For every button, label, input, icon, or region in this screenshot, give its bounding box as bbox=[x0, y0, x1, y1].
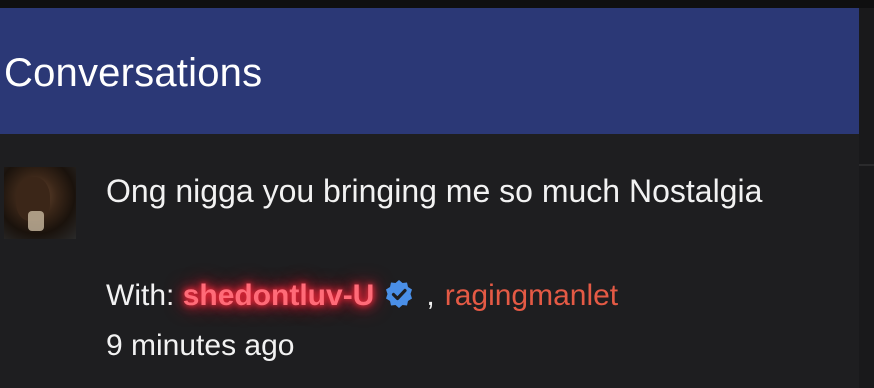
right-edge-divider bbox=[859, 164, 874, 166]
message-preview[interactable]: Ong nigga you bringing me so much Nostal… bbox=[106, 166, 806, 216]
participants-row: With: shedontluv-U , ragingmanlet bbox=[106, 276, 618, 316]
timestamp: 9 minutes ago bbox=[106, 329, 295, 362]
avatar[interactable] bbox=[4, 167, 76, 239]
with-label: With: bbox=[106, 279, 175, 312]
avatar-hand bbox=[28, 211, 44, 231]
conversations-header: Conversations bbox=[0, 8, 859, 134]
participant-separator: , bbox=[426, 279, 435, 312]
participant-link-2[interactable]: ragingmanlet bbox=[445, 279, 618, 312]
right-edge-panel bbox=[859, 8, 874, 388]
participant-link-1[interactable]: shedontluv-U bbox=[183, 279, 375, 312]
page-title: Conversations bbox=[4, 51, 263, 95]
top-strip bbox=[0, 0, 874, 8]
verified-badge-icon bbox=[384, 279, 414, 309]
